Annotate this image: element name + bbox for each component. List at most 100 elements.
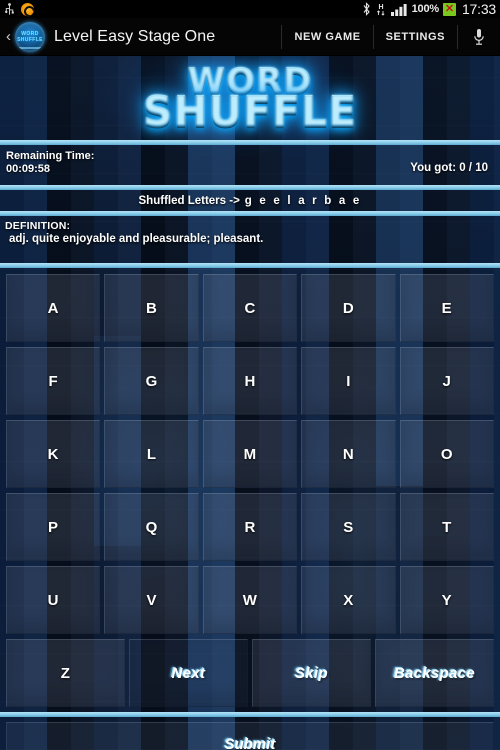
microphone-icon[interactable] — [458, 25, 500, 49]
key-label: Q — [145, 518, 158, 536]
key-label: K — [47, 445, 59, 463]
keypad-row: F G H I J — [6, 347, 495, 415]
status-bar-left-icons — [4, 2, 34, 16]
key-i[interactable]: I — [301, 347, 396, 415]
new-game-button[interactable]: NEW GAME — [281, 24, 374, 49]
key-label: J — [442, 372, 452, 390]
battery-percent-label: 100% — [411, 3, 440, 15]
settings-button[interactable]: SETTINGS — [374, 24, 458, 49]
next-button[interactable]: Next — [129, 639, 248, 707]
remaining-time-label: Remaining Time: — [6, 150, 95, 162]
signal-bars-icon — [390, 3, 407, 16]
key-x[interactable]: X — [301, 566, 396, 634]
backspace-button[interactable]: Backspace — [375, 639, 494, 707]
key-t[interactable]: T — [399, 493, 495, 561]
hspa-network-icon: H — [376, 4, 385, 16]
wordmark-logo: WORD SHUFFLE — [142, 64, 358, 135]
key-label: G — [145, 372, 158, 390]
key-label: Z — [60, 664, 71, 682]
action-bar: ‹ WORD SHUFFLE Level Easy Stage One NEW … — [0, 18, 500, 56]
key-a[interactable]: A — [6, 274, 101, 342]
key-label: X — [343, 591, 354, 609]
separator-bar — [0, 185, 500, 190]
key-u[interactable]: U — [6, 566, 101, 634]
usb-icon — [5, 2, 14, 15]
key-b[interactable]: B — [104, 274, 199, 342]
key-j[interactable]: J — [399, 347, 495, 415]
game-banner: WORD SHUFFLE — [0, 56, 500, 140]
key-n[interactable]: N — [301, 420, 396, 488]
definition-text: adj. quite enjoyable and pleasurable; pl… — [9, 233, 264, 245]
separator-bar — [0, 712, 500, 717]
key-label: H — [244, 372, 256, 390]
app-logo-icon[interactable]: WORD SHUFFLE — [15, 21, 45, 52]
key-g[interactable]: G — [104, 347, 199, 415]
action-bar-actions: NEW GAME SETTINGS — [281, 18, 500, 55]
key-c[interactable]: C — [202, 274, 298, 342]
definition-title: DEFINITION: — [5, 220, 71, 232]
app-logo-line2: SHUFFLE — [17, 36, 43, 43]
key-q[interactable]: Q — [104, 493, 199, 561]
key-f[interactable]: F — [6, 347, 101, 415]
key-label: R — [244, 518, 256, 536]
key-label: B — [146, 299, 158, 317]
page-title: Level Easy Stage One — [54, 27, 216, 45]
key-k[interactable]: K — [6, 420, 101, 488]
key-h[interactable]: H — [202, 347, 298, 415]
back-chevron-icon[interactable]: ‹ — [0, 29, 15, 44]
key-label: F — [48, 372, 58, 390]
key-v[interactable]: V — [104, 566, 199, 634]
key-label: E — [441, 299, 452, 317]
keypad-row: A B C D E — [6, 274, 495, 342]
shuffled-letters-label: Shuffled Letters -> — [138, 194, 240, 207]
keypad-row: U V W X Y — [6, 566, 495, 634]
key-label: L — [146, 445, 157, 463]
key-m[interactable]: M — [202, 420, 298, 488]
key-label: Backspace — [393, 664, 476, 682]
key-s[interactable]: S — [301, 493, 396, 561]
definition-block: DEFINITION: adj. quite enjoyable and ple… — [0, 216, 500, 263]
score-label: You got: 0 / 10 — [410, 161, 488, 174]
key-label: T — [442, 518, 452, 536]
skip-button[interactable]: Skip — [252, 639, 371, 707]
key-label: U — [47, 591, 59, 609]
key-e[interactable]: E — [399, 274, 495, 342]
sync-circle-icon — [21, 2, 34, 16]
status-bar-right-icons: H 100% 17:33 — [362, 1, 496, 17]
shuffled-letters-value: g e e l a r b a e — [244, 194, 362, 207]
battery-charging-icon — [442, 2, 456, 16]
key-l[interactable]: L — [104, 420, 199, 488]
submit-button[interactable]: Submit — [6, 722, 494, 750]
submit-button-label: Submit — [224, 735, 276, 750]
wordmark-line2: SHUFFLE — [142, 86, 358, 135]
key-label: Skip — [295, 664, 328, 682]
status-bar-clock: 17:33 — [461, 1, 496, 17]
shuffled-letters-row: Shuffled Letters -> g e e l a r b a e — [0, 190, 500, 211]
svg-text:H: H — [378, 4, 383, 11]
keypad-row: Z Next Skip Backspace — [6, 639, 494, 707]
key-y[interactable]: Y — [399, 566, 495, 634]
key-label: A — [47, 299, 59, 317]
key-p[interactable]: P — [6, 493, 101, 561]
key-label: V — [146, 591, 157, 609]
key-r[interactable]: R — [202, 493, 298, 561]
separator-bar — [0, 211, 500, 216]
key-o[interactable]: O — [399, 420, 495, 488]
key-label: W — [242, 591, 258, 609]
key-label: N — [342, 445, 354, 463]
key-z[interactable]: Z — [6, 639, 125, 707]
remaining-time-value: 00:09:58 — [6, 163, 51, 175]
key-label: Next — [171, 664, 206, 682]
key-d[interactable]: D — [301, 274, 396, 342]
game-screen: WORD SHUFFLE Remaining Time: 00:09:58 Yo… — [0, 56, 500, 750]
key-label: D — [342, 299, 354, 317]
separator-bar — [0, 140, 500, 145]
separator-bar — [0, 263, 500, 268]
key-w[interactable]: W — [202, 566, 298, 634]
key-label: Y — [441, 591, 452, 609]
info-row: Remaining Time: 00:09:58 You got: 0 / 10 — [0, 145, 500, 185]
key-label: P — [48, 518, 59, 536]
key-label: C — [244, 299, 256, 317]
key-label: S — [343, 518, 354, 536]
key-label: I — [346, 372, 351, 390]
